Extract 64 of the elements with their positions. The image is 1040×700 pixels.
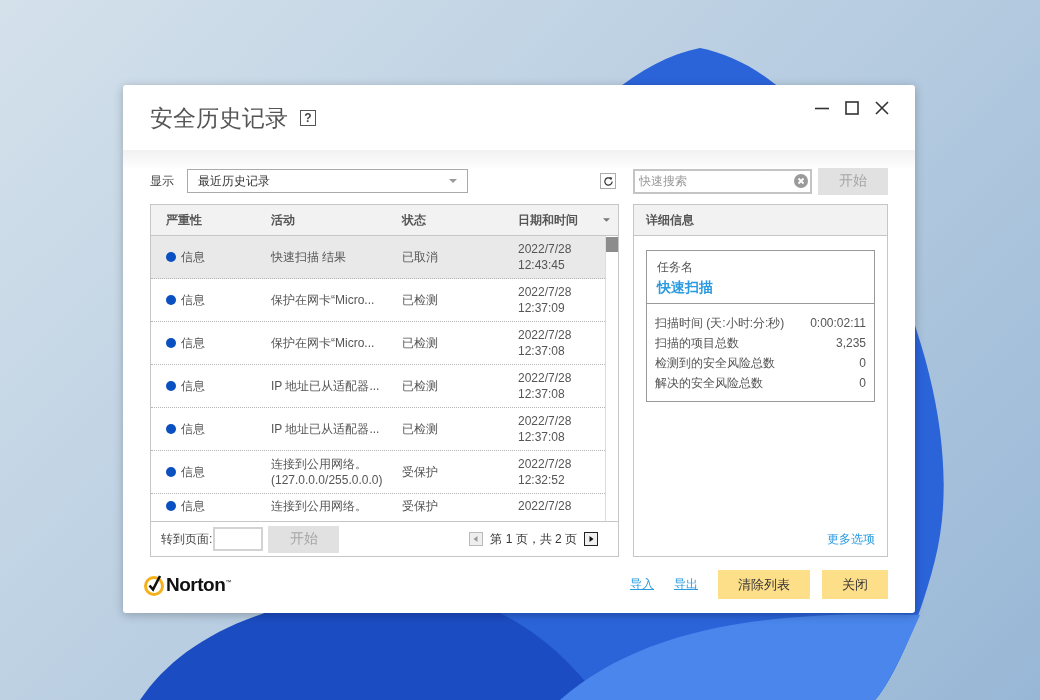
footer-button[interactable]: 关闭 bbox=[822, 570, 888, 599]
activity-cell-text: IP 地址已从适配器... bbox=[271, 378, 381, 394]
page-input[interactable] bbox=[213, 527, 264, 551]
severity-text: 信息 bbox=[181, 464, 205, 480]
table-row[interactable]: 信息 快速扫描 结果 已取消 2022/7/28 12:43:45 bbox=[151, 236, 605, 279]
column-header[interactable]: 状态 bbox=[402, 205, 518, 235]
severity-text: 信息 bbox=[181, 335, 205, 351]
column-header[interactable]: 严重性 bbox=[166, 205, 271, 235]
logo-text: Norton$^{™}$ bbox=[166, 573, 231, 596]
datetime-cell-text: 2022/7/28 12:37:08 bbox=[518, 327, 573, 359]
datetime-cell-text: 2022/7/28 12:37:08 bbox=[518, 370, 573, 402]
activity-cell-text: IP 地址已从适配器... bbox=[271, 421, 381, 437]
activity-cell-text: 连接到公用网络。 bbox=[271, 498, 368, 514]
scrollbar-thumb[interactable] bbox=[606, 237, 618, 252]
stat-label: 检测到的安全风险总数 bbox=[655, 354, 775, 372]
footer-button[interactable]: 清除列表 bbox=[718, 570, 810, 599]
next-page-icon[interactable] bbox=[584, 532, 598, 546]
window-title: 安全历史记录 bbox=[150, 104, 288, 132]
severity-text: 信息 bbox=[181, 378, 205, 394]
datetime-cell-text: 2022/7/28 12:43:45 bbox=[518, 241, 573, 273]
severity-text: 信息 bbox=[181, 498, 205, 514]
activity-cell-text: 保护在网卡“Micro... bbox=[271, 292, 376, 308]
details-title: 详细信息 bbox=[646, 211, 694, 229]
status-cell-text: 受保护 bbox=[402, 498, 439, 514]
stat-label: 扫描时间 (天:小时:分:秒) bbox=[655, 314, 785, 332]
datetime-cell-text: 2022/7/28 12:37:09 bbox=[518, 284, 573, 316]
status-cell-text: 已检测 bbox=[402, 378, 439, 394]
datetime-cell-text: 2022/7/28 bbox=[518, 498, 573, 514]
status-cell-text: 已检测 bbox=[402, 421, 439, 437]
page-indicator: 第 1 页，共 2 页 bbox=[490, 530, 577, 548]
refresh-button[interactable] bbox=[600, 173, 616, 189]
severity-text: 信息 bbox=[181, 421, 205, 437]
column-header[interactable]: 活动 bbox=[271, 205, 402, 235]
stat-value: 0 bbox=[859, 376, 866, 390]
stat-label: 扫描的项目总数 bbox=[655, 334, 739, 352]
status-cell-text: 已取消 bbox=[402, 249, 439, 265]
column-header[interactable]: 日期和时间 bbox=[518, 205, 618, 235]
severity-text: 信息 bbox=[181, 249, 205, 265]
severity-text: 信息 bbox=[181, 292, 205, 308]
activity-cell-text: 连接到公用网络。 (127.0.0.0/255.0.0.0) bbox=[271, 456, 384, 488]
sort-caret-icon bbox=[603, 218, 610, 222]
search-field[interactable]: 快速搜索 bbox=[633, 168, 812, 194]
activity-cell-text: 保护在网卡“Micro... bbox=[271, 335, 376, 351]
close-icon[interactable] bbox=[875, 101, 889, 115]
datetime-cell-text: 2022/7/28 12:37:08 bbox=[518, 413, 573, 445]
history-dropdown[interactable]: 最近历史记录 bbox=[187, 169, 468, 193]
refresh-icon bbox=[602, 175, 614, 187]
clear-icon[interactable] bbox=[794, 174, 808, 188]
activity-cell-text: 快速扫描 结果 bbox=[271, 249, 348, 265]
help-button[interactable]: ? bbox=[300, 110, 316, 126]
status-cell-text: 已检测 bbox=[402, 292, 439, 308]
check-badge-icon bbox=[143, 573, 165, 596]
caret-icon bbox=[449, 179, 457, 183]
stat-value: 0 bbox=[859, 356, 866, 370]
stat-value: 3,235 bbox=[835, 336, 866, 350]
stat-value: 0:00:02:11 bbox=[810, 316, 866, 330]
stat-label: 解决的安全风险总数 bbox=[655, 374, 763, 392]
filter-label: 显示 bbox=[150, 172, 174, 190]
task-label: 任务名 bbox=[657, 259, 694, 276]
goto-page-label: 转到页面: bbox=[161, 530, 213, 548]
status-cell-text: 受保护 bbox=[402, 464, 439, 480]
status-cell-text: 已检测 bbox=[402, 335, 439, 351]
datetime-cell-text: 2022/7/28 12:32:52 bbox=[518, 456, 573, 488]
maximize-icon[interactable] bbox=[845, 101, 859, 115]
